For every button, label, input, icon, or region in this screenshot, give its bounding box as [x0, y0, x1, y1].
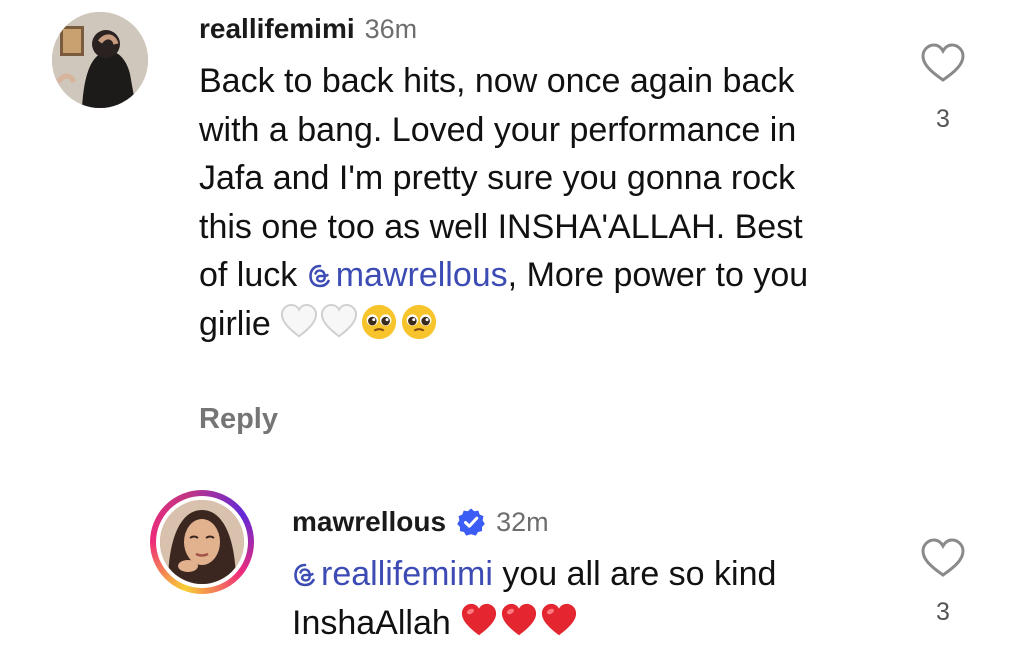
username-text[interactable]: reallifemimi: [199, 13, 355, 44]
avatar-border: [156, 496, 248, 588]
comment-text: reallifemimi you all are so kind InshaAl…: [292, 550, 872, 647]
red-heart-icon: [462, 603, 497, 635]
mention-text[interactable]: reallifemimi: [321, 555, 493, 593]
like-count: 3: [936, 105, 950, 133]
comment-username[interactable]: reallifemimi 36m: [199, 13, 417, 45]
reply-button[interactable]: Reply: [199, 403, 278, 436]
comment-username[interactable]: mawrellous 32m: [292, 506, 549, 538]
pleading-face-icon: [402, 304, 437, 339]
comment-time: 36m: [364, 14, 418, 44]
story-ring[interactable]: [150, 490, 254, 594]
mention-link[interactable]: reallifemimi: [292, 555, 493, 593]
red-heart-icon: [502, 603, 537, 635]
white-heart-icon: [281, 303, 318, 337]
mention-link[interactable]: mawrellous: [307, 256, 508, 294]
pleading-face-icon: [362, 304, 397, 339]
comment-time: 32m: [496, 506, 549, 537]
like-count: 3: [936, 598, 950, 626]
red-heart-icon: [542, 603, 577, 635]
threads-icon: [294, 563, 315, 587]
white-heart-icon: [321, 303, 358, 337]
verified-badge-icon: [457, 508, 485, 536]
avatar-image: [160, 500, 244, 584]
mention-text[interactable]: mawrellous: [336, 256, 508, 294]
avatar-reallifemimi[interactable]: [52, 12, 148, 108]
threads-icon: [308, 264, 330, 288]
emoji-row: [280, 303, 438, 343]
avatar-image: [52, 12, 148, 108]
heart-outline-icon[interactable]: [920, 42, 966, 84]
like-control: 3: [918, 42, 968, 134]
comment-text: Back to back hits, now once again back w…: [199, 57, 839, 348]
heart-outline-icon[interactable]: [920, 537, 966, 579]
avatar-mawrellous[interactable]: [160, 500, 244, 584]
username-text[interactable]: mawrellous: [292, 506, 446, 538]
like-control: 3: [918, 537, 968, 627]
emoji-row: [460, 603, 578, 642]
